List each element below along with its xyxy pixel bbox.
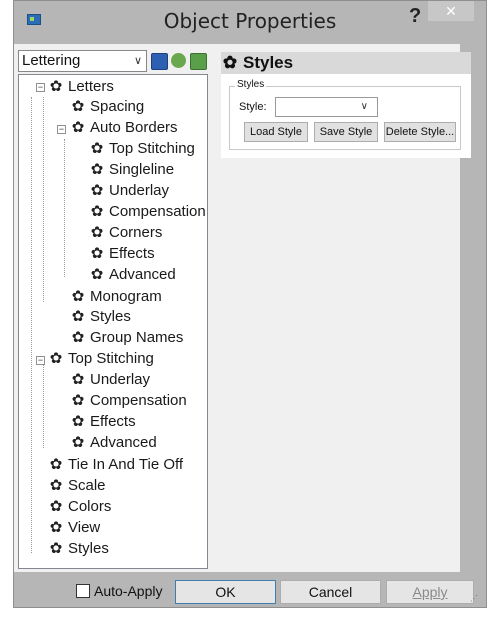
gear-settings-icon[interactable]: [171, 53, 186, 68]
gear-icon: ✿: [71, 119, 85, 136]
collapse-auto-borders-toggle[interactable]: −: [57, 125, 66, 134]
delete-style-button[interactable]: Delete Style...: [384, 122, 456, 142]
tree-item-monogram[interactable]: ✿ Monogram: [70, 287, 162, 307]
tree-item-compensation-2[interactable]: ✿ Compensation: [70, 391, 187, 411]
style-select[interactable]: ∨: [275, 97, 378, 117]
tree-item-view[interactable]: ✿ View: [48, 518, 101, 538]
tree-item-group-names[interactable]: ✿ Group Names: [70, 328, 184, 348]
tree-item-styles[interactable]: ✿ Styles: [70, 307, 131, 327]
gear-icon: ✿: [49, 78, 63, 95]
gear-icon: ✿: [49, 498, 63, 515]
gear-icon: ✿: [222, 53, 238, 72]
tree-item-auto-borders[interactable]: ✿ Auto Borders: [70, 118, 178, 138]
tree-item-singleline[interactable]: ✿ Singleline: [89, 160, 174, 180]
gear-icon: ✿: [49, 540, 63, 557]
load-icon[interactable]: [190, 53, 207, 70]
gear-icon: ✿: [49, 519, 63, 536]
collapse-letters-toggle[interactable]: −: [36, 83, 45, 92]
gear-icon: ✿: [90, 245, 104, 262]
gear-icon: ✿: [90, 203, 104, 220]
tree-line: [31, 97, 32, 553]
gear-icon: ✿: [71, 434, 85, 451]
tree-item-effects-2[interactable]: ✿ Effects: [70, 412, 136, 432]
gear-icon: ✿: [71, 371, 85, 388]
gear-icon: ✿: [49, 456, 63, 473]
tree-item-spacing[interactable]: ✿ Spacing: [70, 97, 145, 117]
ok-button[interactable]: OK: [175, 580, 276, 604]
gear-icon: ✿: [90, 266, 104, 283]
gear-icon: ✿: [71, 392, 85, 409]
apply-button[interactable]: Apply: [386, 580, 474, 604]
gear-icon: ✿: [90, 224, 104, 241]
collapse-top-stitching-toggle[interactable]: −: [36, 356, 45, 365]
gear-icon: ✿: [71, 98, 85, 115]
auto-apply-label: Auto-Apply: [94, 583, 163, 599]
gear-icon: ✿: [71, 329, 85, 346]
styles-group: Styles Style: ∨ Load Style Save Style De…: [229, 79, 461, 150]
chevron-down-icon: ∨: [133, 55, 142, 67]
gear-icon: ✿: [90, 182, 104, 199]
tree-line: [43, 97, 44, 302]
help-button[interactable]: ?: [409, 5, 421, 28]
group-label: Styles: [235, 79, 267, 90]
tree-item-letters[interactable]: ✿ Letters: [48, 77, 114, 97]
tree-item-compensation[interactable]: ✿ Compensation: [89, 202, 206, 222]
gear-icon: ✿: [71, 308, 85, 325]
styles-pane: ✿ Styles Styles Style: ∨ Load Style Save …: [221, 52, 471, 158]
resize-grip-icon[interactable]: ⋰: [470, 594, 480, 604]
gear-icon: ✿: [71, 413, 85, 430]
cancel-button[interactable]: Cancel: [280, 580, 381, 604]
tree-item-advanced[interactable]: ✿ Advanced: [89, 265, 176, 285]
save-style-button[interactable]: Save Style: [314, 122, 378, 142]
category-select[interactable]: Lettering ∨: [18, 50, 147, 72]
gear-icon: ✿: [71, 288, 85, 305]
load-style-button[interactable]: Load Style: [244, 122, 308, 142]
pane-title: ✿ Styles: [221, 52, 471, 74]
title-bar[interactable]: Object Properties ? ✕: [14, 1, 486, 41]
close-button[interactable]: ✕: [428, 1, 474, 21]
gear-icon: ✿: [90, 140, 104, 157]
tree-line: [64, 139, 65, 277]
tree-item-corners[interactable]: ✿ Corners: [89, 223, 163, 243]
tree-item-top-stitching[interactable]: ✿ Top Stitching: [89, 139, 195, 159]
gear-icon: ✿: [49, 477, 63, 494]
tree-item-effects[interactable]: ✿ Effects: [89, 244, 155, 264]
style-label: Style:: [239, 101, 267, 113]
tree-item-tie-in-tie-off[interactable]: ✿ Tie In And Tie Off: [48, 455, 183, 475]
tree-item-scale[interactable]: ✿ Scale: [48, 476, 106, 496]
gear-icon: ✿: [49, 350, 63, 367]
gear-icon: ✿: [90, 161, 104, 178]
save-icon[interactable]: [151, 53, 168, 70]
tree-item-underlay[interactable]: ✿ Underlay: [89, 181, 169, 201]
tree-item-styles-root[interactable]: ✿ Styles: [48, 539, 109, 559]
tree-item-colors[interactable]: ✿ Colors: [48, 497, 112, 517]
category-select-value: Lettering: [22, 52, 81, 69]
tree-line: [43, 360, 44, 448]
chevron-down-icon: ∨: [360, 101, 368, 112]
auto-apply-checkbox[interactable]: [76, 584, 90, 598]
tree-item-advanced-2[interactable]: ✿ Advanced: [70, 433, 157, 453]
tree-item-top-stitching-root[interactable]: ✿ Top Stitching: [48, 349, 154, 369]
tree-item-underlay-2[interactable]: ✿ Underlay: [70, 370, 150, 390]
